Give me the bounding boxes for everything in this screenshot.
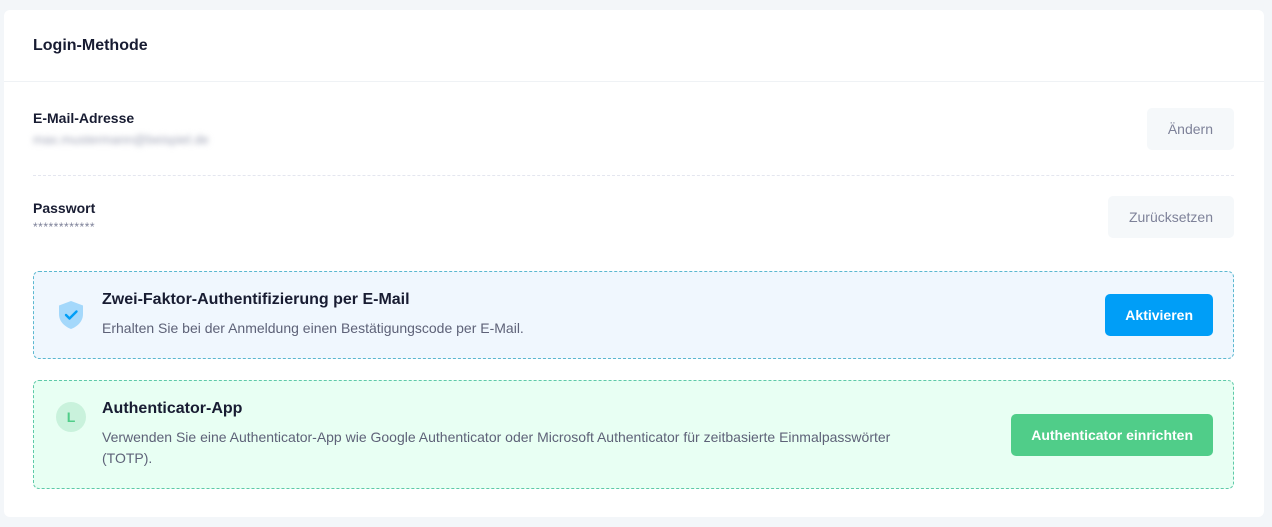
login-method-card: Login-Methode E-Mail-Adresse max.musterm…	[4, 10, 1264, 517]
shield-check-icon	[56, 300, 86, 330]
two-factor-description: Erhalten Sie bei der Anmeldung einen Bes…	[102, 320, 524, 336]
authenticator-app-icon: L	[56, 402, 86, 432]
two-factor-text: Zwei-Faktor-Authentifizierung per E-Mail…	[102, 291, 1105, 339]
card-title: Login-Methode	[33, 36, 148, 54]
authenticator-app-notice: L Authenticator-App Verwenden Sie eine A…	[33, 380, 1234, 489]
email-value: max.mustermann@beispiel.de	[33, 132, 209, 147]
password-mask: ************	[33, 220, 96, 234]
password-row: Passwort ************ Zurücksetzen	[33, 176, 1234, 258]
two-factor-title: Zwei-Faktor-Authentifizierung per E-Mail	[102, 291, 410, 308]
card-body: E-Mail-Adresse max.mustermann@beispiel.d…	[4, 82, 1264, 489]
two-factor-email-notice: Zwei-Faktor-Authentifizierung per E-Mail…	[33, 271, 1234, 359]
email-label: E-Mail-Adresse	[33, 110, 135, 126]
reset-password-button[interactable]: Zurücksetzen	[1107, 196, 1234, 238]
password-info: Passwort ************	[33, 200, 95, 234]
email-info: E-Mail-Adresse max.mustermann@beispiel.d…	[33, 110, 209, 147]
password-label: Passwort	[33, 200, 96, 216]
email-row: E-Mail-Adresse max.mustermann@beispiel.d…	[33, 82, 1234, 176]
authenticator-description: Verwenden Sie eine Authenticator-App wie…	[102, 429, 891, 466]
authenticator-badge: L	[56, 402, 86, 432]
card-header: Login-Methode	[4, 10, 1264, 82]
activate-two-factor-button[interactable]: Aktivieren	[1105, 294, 1213, 336]
setup-authenticator-button[interactable]: Authenticator einrichten	[1011, 413, 1213, 456]
authenticator-title: Authenticator-App	[102, 400, 243, 417]
change-email-button[interactable]: Ändern	[1146, 107, 1234, 150]
authenticator-text: Authenticator-App Verwenden Sie eine Aut…	[102, 400, 1011, 469]
